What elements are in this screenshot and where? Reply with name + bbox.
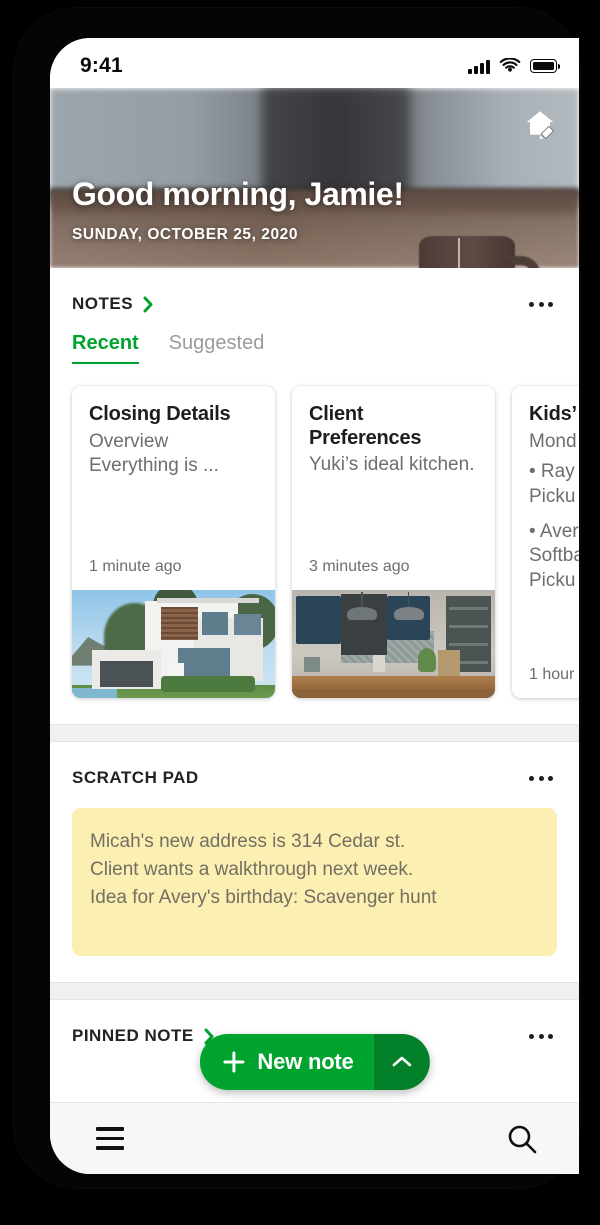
note-card[interactable]: Kids’ Mond • Ray - Picku • Aver Softba P… (512, 386, 579, 698)
new-note-button[interactable]: New note (199, 1034, 374, 1090)
notes-header: NOTES (50, 268, 579, 314)
hero-banner: Good morning, Jamie! SUNDAY, OCTOBER 25,… (50, 88, 579, 268)
note-card-subtitle: Yuki’s ideal kitchen. (309, 454, 475, 476)
new-note-fab[interactable]: New note (199, 1034, 430, 1090)
note-card-title: Client Preferences (309, 403, 422, 449)
phone-screen: 9:41 Good morning, Jamie! SUNDAY, OCTOBE… (50, 38, 579, 1174)
note-card-title: Closing Details (89, 403, 231, 425)
note-card-subtitle: Mond (529, 430, 577, 452)
note-card-image-house (72, 590, 275, 698)
status-time: 9:41 (80, 54, 123, 77)
notes-card-list[interactable]: Closing Details Overview Everything is .… (50, 364, 579, 724)
pinned-note-more-options-icon[interactable] (527, 1028, 555, 1045)
plus-icon (222, 1051, 244, 1073)
search-icon[interactable] (505, 1122, 539, 1156)
note-card-bullet-2c: Picku (529, 570, 576, 592)
notes-section: NOTES Recent Suggested Closing Details O… (50, 268, 579, 724)
note-card-time: 1 hour (529, 666, 575, 683)
notes-title-link[interactable]: NOTES (72, 294, 154, 314)
section-divider (50, 982, 579, 1000)
hero-text: Good morning, Jamie! SUNDAY, OCTOBER 25,… (72, 175, 404, 244)
notes-title: NOTES (72, 294, 134, 313)
status-bar: 9:41 (50, 38, 579, 88)
signal-bars-icon (468, 59, 490, 74)
note-card-bullet-1: • Ray - (529, 461, 579, 483)
scratch-pad-note[interactable]: Micah's new address is 314 Cedar st. Cli… (72, 808, 557, 956)
new-note-expand-button[interactable] (373, 1034, 430, 1090)
note-card-title: Kids’ (529, 403, 577, 425)
scratch-pad-line-2: Client wants a walkthrough next week. (90, 859, 414, 881)
home-edit-icon[interactable] (523, 108, 557, 140)
greeting-text: Good morning, Jamie! (72, 175, 404, 212)
hamburger-menu-icon[interactable] (90, 1121, 130, 1155)
section-divider (50, 724, 579, 742)
note-card-bullet-2b: Softba (529, 545, 579, 567)
wifi-icon (499, 58, 521, 72)
pinned-note-title: PINNED NOTE (72, 1026, 194, 1045)
note-card-bullet-1b: Picku (529, 485, 576, 507)
coffee-mug (419, 236, 515, 268)
scratch-pad-line-1: Micah's new address is 314 Cedar st. (90, 831, 406, 852)
date-text: SUNDAY, OCTOBER 25, 2020 (72, 226, 298, 243)
scratch-pad-header: SCRATCH PAD (50, 742, 579, 788)
screenshot-stage: 9:41 Good morning, Jamie! SUNDAY, OCTOBE… (0, 0, 600, 1225)
status-icons (468, 58, 561, 74)
note-card-line: Everything is ... (89, 455, 219, 477)
note-card[interactable]: Closing Details Overview Everything is .… (72, 386, 275, 698)
pinned-note-title-link[interactable]: PINNED NOTE (72, 1026, 215, 1046)
note-card-bullets: • Ray - Picku • Aver Softba Picku (529, 460, 579, 593)
phone-frame: 9:41 Good morning, Jamie! SUNDAY, OCTOBE… (14, 8, 580, 1188)
note-card-image-kitchen (292, 590, 495, 698)
tab-suggested[interactable]: Suggested (169, 332, 265, 364)
note-card-time: 1 minute ago (89, 558, 182, 575)
note-card[interactable]: Client Preferences Yuki’s ideal kitchen.… (292, 386, 495, 698)
battery-icon (530, 59, 561, 73)
tea-bag-string (458, 238, 460, 268)
bottom-navigation-bar (50, 1102, 579, 1174)
scratch-pad-section: SCRATCH PAD Micah's new address is 314 C… (50, 742, 579, 982)
new-note-label: New note (257, 1049, 354, 1074)
notes-tabs: Recent Suggested (50, 314, 579, 364)
note-card-subtitle: Overview (89, 430, 169, 452)
scratch-pad-more-options-icon[interactable] (527, 770, 555, 787)
notes-more-options-icon[interactable] (527, 296, 555, 313)
tab-recent[interactable]: Recent (72, 332, 139, 364)
chevron-right-icon (143, 296, 153, 312)
note-card-time: 3 minutes ago (309, 558, 410, 575)
note-card-bullet-2: • Aver (529, 520, 579, 542)
scratch-pad-line-3: Idea for Avery's birthday: Scavenger hun… (90, 887, 437, 909)
chevron-up-icon (392, 1056, 411, 1067)
scratch-pad-title: SCRATCH PAD (72, 768, 199, 787)
